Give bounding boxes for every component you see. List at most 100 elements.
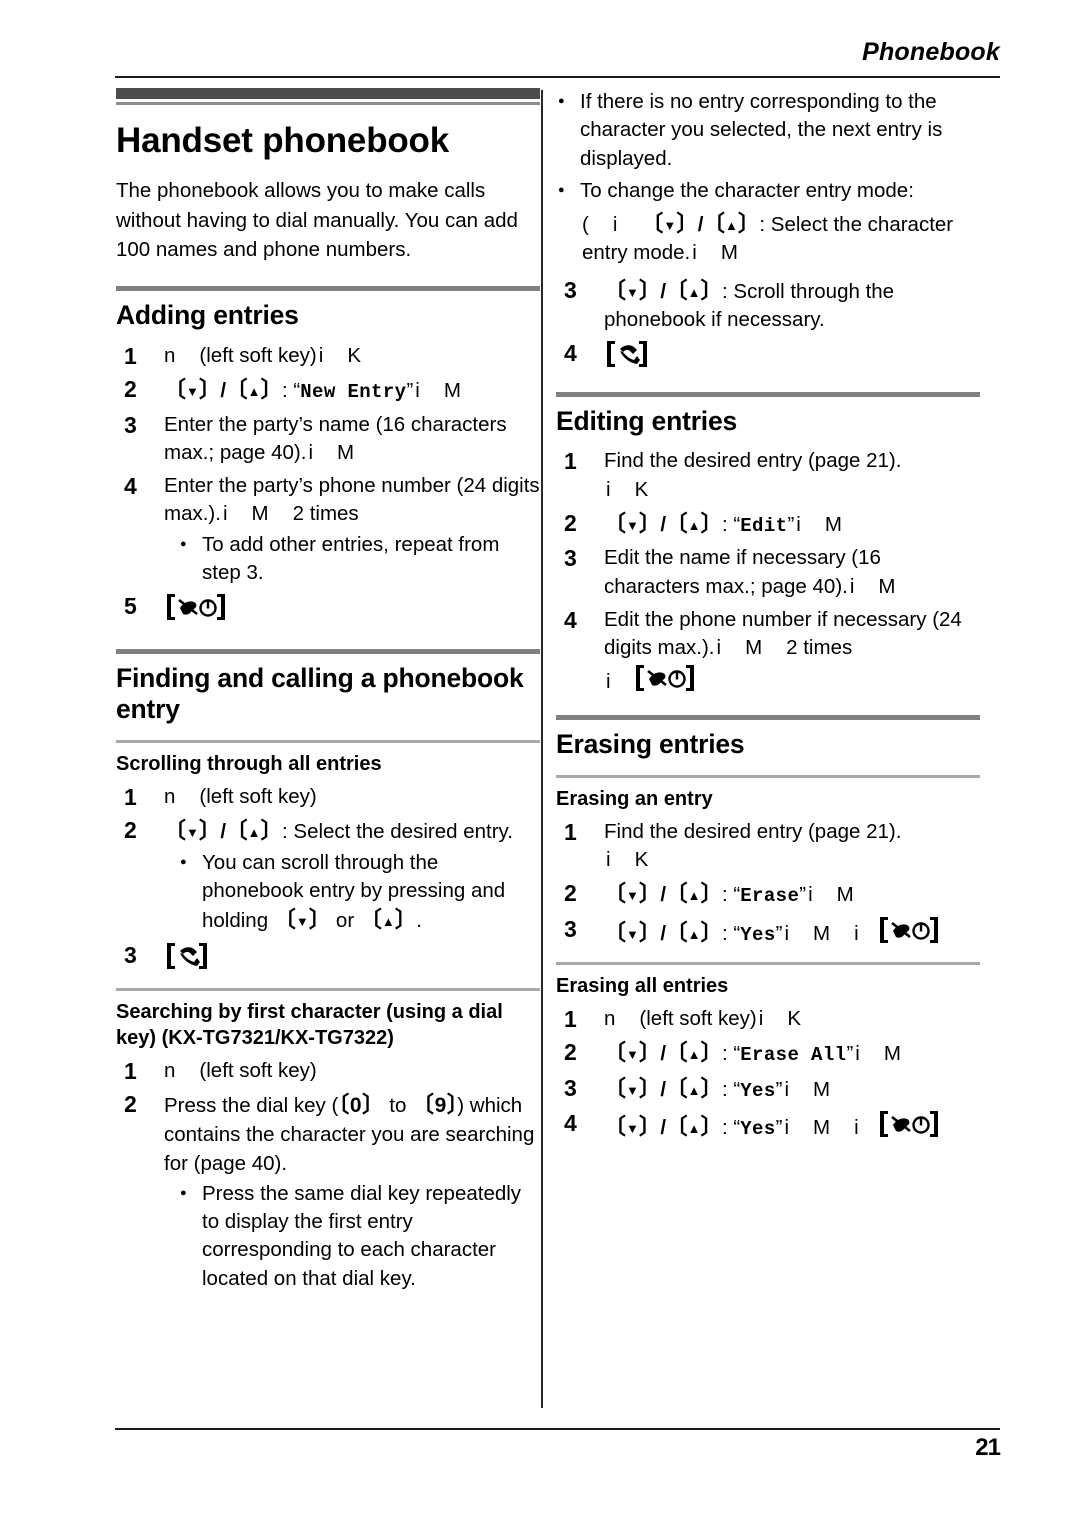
- menu-key-token: M: [813, 1077, 831, 1101]
- step-item: 2 〔▼〕/〔▲〕: Select the desired entry. You…: [116, 816, 540, 935]
- section-title-finding: Finding and calling a phonebook entry: [116, 662, 524, 725]
- arrow-token: i: [612, 213, 618, 237]
- step-item: 4 Edit the phone number if necessary (24…: [556, 606, 980, 696]
- colon-token: :: [722, 1042, 728, 1066]
- power-off-key-icon: [633, 663, 697, 693]
- step-text: n (left soft key): [164, 1057, 540, 1085]
- footer-rule: [115, 1428, 1000, 1430]
- step-label: Find the desired entry (page 21).: [604, 449, 902, 473]
- note-bullet: If there is no entry corresponding to th…: [556, 87, 980, 173]
- select-key-token: K: [347, 343, 361, 367]
- step-text: Press the dial key (〔0〕 to 〔9〕) which co…: [164, 1090, 540, 1178]
- arrow-token: i: [854, 1115, 859, 1139]
- step-item: 3 Edit the name if necessary (16 charact…: [556, 544, 980, 601]
- arrow-token: i: [854, 921, 859, 945]
- step-item: 3 〔▼〕/〔▲〕: “Yes”i Mi: [556, 915, 980, 948]
- menu-key-token: M: [836, 883, 854, 907]
- dial-key-low: 0: [349, 1094, 362, 1118]
- step-text: 〔▼〕/〔▲〕: “Edit”i M: [604, 509, 980, 539]
- step-number: 3: [124, 941, 137, 968]
- softkey-token: n: [164, 343, 176, 367]
- step-item: 2 〔▼〕/〔▲〕: “Erase”i M: [556, 879, 980, 909]
- menu-key-token: M: [251, 502, 269, 526]
- note-bullet: You can scroll through the phonebook ent…: [180, 848, 540, 936]
- subsection-title-erasing-all: Erasing all entries: [556, 974, 729, 997]
- note-bullet: To add other entries, repeat from step 3…: [180, 530, 540, 588]
- updown-key-icon: 〔▼〕/〔▲〕: [604, 511, 723, 537]
- paren-token: (: [582, 213, 589, 237]
- subsection-rule: [556, 961, 980, 965]
- step-number: 2: [564, 1039, 577, 1066]
- step-number: 3: [564, 545, 577, 572]
- step-text: Edit the name if necessary (16 character…: [604, 544, 980, 601]
- step-text: n (left soft key)i K: [604, 1005, 980, 1033]
- step-number: 5: [124, 593, 137, 620]
- colon-token: :: [722, 921, 728, 945]
- step-text: Find the desired entry (page 21). i K: [604, 818, 980, 875]
- step-label: (left soft key): [199, 343, 317, 367]
- step-text: n (left soft key)i K: [164, 342, 540, 370]
- select-key-token: K: [787, 1006, 801, 1030]
- talk-key-icon: [604, 339, 650, 369]
- menu-key-token: M: [337, 440, 355, 464]
- step-number: 3: [564, 276, 577, 303]
- power-off-key-icon: [164, 592, 228, 622]
- updown-key-icon: 〔▼〕/〔▲〕: [604, 1113, 723, 1139]
- updown-key-icon: 〔▼〕/〔▲〕: [604, 277, 723, 303]
- updown-key-icon: 〔▼〕/〔▲〕: [641, 211, 760, 237]
- step-item: 4 〔▼〕/〔▲〕: “Yes”i Mi: [556, 1109, 980, 1142]
- updown-key-icon: 〔▼〕/〔▲〕: [164, 818, 283, 844]
- subsection-title-scrolling: Scrolling through all entries: [116, 753, 382, 776]
- step-item: 1 n (left soft key): [116, 1057, 540, 1085]
- menu-key-token: M: [745, 636, 763, 660]
- chapter-bar-thin: [116, 102, 540, 105]
- section-rule: [556, 714, 980, 720]
- menu-key-token: M: [443, 379, 461, 403]
- note-mid: or: [330, 909, 360, 933]
- step-text: 〔▼〕/〔▲〕: Select the desired entry.: [164, 816, 540, 846]
- step-number: 2: [124, 1091, 137, 1118]
- step-text: 〔▼〕/〔▲〕: “Yes”i Mi: [604, 915, 980, 948]
- step-number: 3: [564, 915, 577, 942]
- page-number: 21: [975, 1434, 1001, 1461]
- step-number: 3: [564, 1074, 577, 1101]
- step-text: 〔▼〕/〔▲〕: “Yes”i Mi: [604, 1109, 980, 1142]
- step-item: 4: [556, 339, 980, 372]
- updown-key-icon: 〔▼〕/〔▲〕: [604, 1040, 723, 1066]
- colon-token: :: [282, 379, 288, 403]
- colon-token: : Select the character entry mode.: [582, 213, 954, 265]
- colon-token: :: [722, 1115, 728, 1139]
- power-off-key-icon: [877, 915, 941, 945]
- step-label: Find the desired entry (page 21).: [604, 819, 902, 843]
- step-item: 2 〔▼〕/〔▲〕: “New Entry”i M: [116, 375, 540, 405]
- talk-key-icon: [164, 941, 210, 971]
- step-number: 1: [564, 448, 577, 475]
- step-item: 2 Press the dial key (〔0〕 to 〔9〕) which …: [116, 1090, 540, 1293]
- step-text: Enter the party’s name (16 characters ma…: [164, 411, 540, 468]
- step-item: 3: [116, 941, 540, 974]
- step-label: (left soft key): [199, 1058, 317, 1082]
- step-item: 3 〔▼〕/〔▲〕: “Yes”i M: [556, 1074, 980, 1104]
- menu-value: New Entry: [300, 381, 407, 404]
- section-title-adding: Adding entries: [116, 300, 299, 331]
- menu-key-token: M: [878, 574, 896, 598]
- updown-key-icon: 〔▼〕/〔▲〕: [164, 377, 283, 403]
- down-key-icon: 〔▼〕: [273, 907, 331, 933]
- step-text: 〔▼〕/〔▲〕: “Yes”i M: [604, 1074, 980, 1104]
- step-item: 1 n (left soft key)i K: [116, 342, 540, 370]
- subsection-rule: [116, 740, 540, 744]
- step-text: 〔▼〕/〔▲〕: “Erase All”i M: [604, 1038, 980, 1068]
- subsection-title-searching: Searching by first character (using a di…: [116, 1000, 503, 1049]
- step-number: 4: [124, 473, 137, 500]
- step-number: 3: [124, 411, 137, 438]
- step-item: 3 Enter the party’s name (16 characters …: [116, 411, 540, 468]
- menu-key-token: M: [883, 1042, 901, 1066]
- menu-key-token: M: [720, 241, 738, 265]
- step-number: 2: [564, 880, 577, 907]
- power-off-key-icon: [877, 1109, 941, 1139]
- repeat-count: 2 times: [292, 502, 359, 526]
- repeat-count: 2 times: [786, 636, 853, 660]
- right-column: If there is no entry corresponding to th…: [556, 87, 980, 1147]
- step-text: [164, 592, 540, 625]
- step-number: 4: [564, 340, 577, 367]
